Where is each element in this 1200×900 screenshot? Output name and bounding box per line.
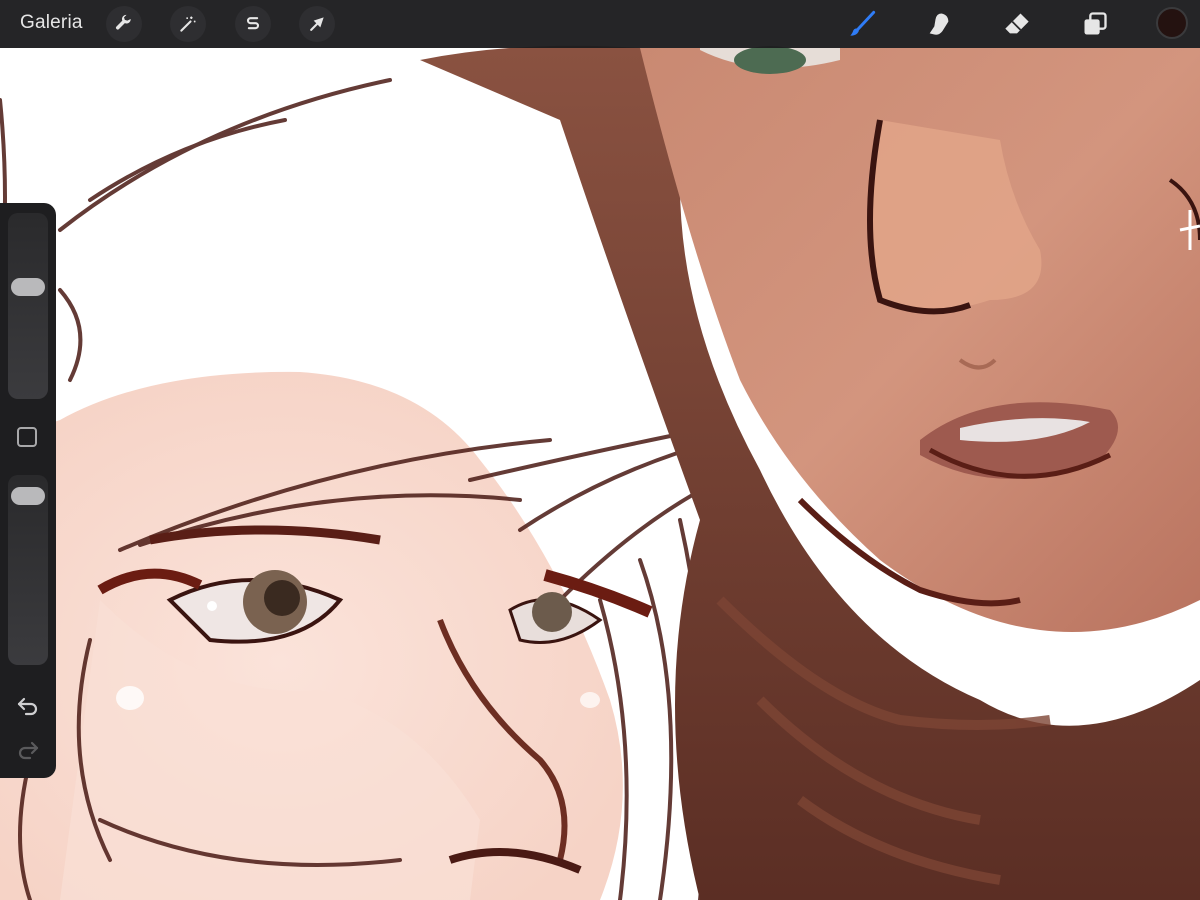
eraser-button[interactable] <box>999 6 1035 42</box>
layers-icon <box>1084 12 1107 35</box>
wrench-icon <box>115 14 131 30</box>
magic-wand-icon <box>180 16 196 32</box>
arrow-cursor-icon <box>310 17 324 31</box>
opacity-thumb[interactable] <box>11 487 45 506</box>
brush-size-slider[interactable] <box>8 213 48 399</box>
undo-button[interactable] <box>14 693 42 717</box>
opacity-slider[interactable] <box>8 475 48 665</box>
adjustments-button[interactable] <box>170 6 206 42</box>
top-toolbar: Galeria <box>0 0 1200 48</box>
modify-button[interactable] <box>17 427 37 447</box>
redo-button[interactable] <box>14 737 42 761</box>
left-sidebar <box>0 203 56 778</box>
layers-button[interactable] <box>1077 6 1113 42</box>
actions-button[interactable] <box>106 6 142 42</box>
gallery-button[interactable]: Galeria <box>20 12 83 34</box>
redo-arrow-icon <box>18 741 39 760</box>
brush-icon <box>850 10 876 36</box>
brush-button[interactable] <box>844 6 880 42</box>
smudge-button[interactable] <box>921 6 957 42</box>
brush-size-thumb[interactable] <box>11 277 45 296</box>
selection-s-icon <box>246 17 260 30</box>
current-color-swatch[interactable] <box>1156 7 1188 39</box>
selection-button[interactable] <box>235 6 271 42</box>
eraser-icon <box>1005 13 1029 34</box>
smudge-finger-icon <box>929 13 949 35</box>
transform-button[interactable] <box>299 6 335 42</box>
drawing-canvas[interactable] <box>0 0 1200 900</box>
undo-arrow-icon <box>17 697 38 716</box>
